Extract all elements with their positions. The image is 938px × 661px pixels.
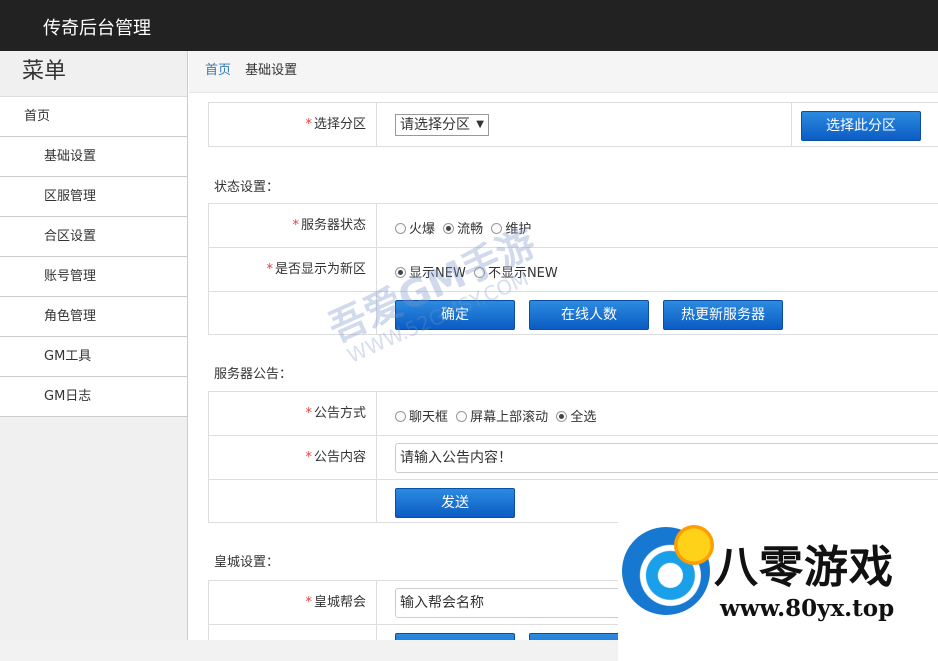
bottom-strip bbox=[0, 640, 618, 661]
radio-show-new[interactable] bbox=[395, 267, 406, 278]
hot-update-button[interactable]: 热更新服务器 bbox=[663, 300, 783, 330]
sidebar-item-gm-tools[interactable]: GM工具 bbox=[0, 337, 187, 377]
sidebar-item-basic-settings[interactable]: 基础设置 bbox=[0, 137, 187, 177]
radio-hide-new-label: 不显示NEW bbox=[487, 266, 558, 281]
radio-smooth[interactable] bbox=[443, 223, 455, 234]
notice-content-label: * 公告内容 bbox=[209, 436, 377, 479]
radio-chat-label: 聊天框 bbox=[409, 410, 449, 425]
logo-overlay: 八零游戏 www.80yx.top bbox=[618, 521, 938, 661]
server-state-radio-group: 火爆 流畅 维护 bbox=[395, 218, 535, 237]
zone-panel: * 选择分区 请选择分区 ▼ 选择此分区 bbox=[208, 102, 938, 147]
new-flag-field: 显示NEW 不显示NEW bbox=[387, 248, 938, 291]
sun-icon bbox=[674, 525, 714, 565]
notice-panel: * 公告方式 聊天框 屏幕上部滚动 全选 * 公告内容 请输入公告内容！ 发送 bbox=[208, 391, 938, 523]
notice-mode-radio-group: 聊天框 屏幕上部滚动 全选 bbox=[395, 406, 600, 425]
status-buttons-row: 确定 在线人数 热更新服务器 bbox=[209, 292, 938, 334]
send-button[interactable]: 发送 bbox=[395, 488, 515, 518]
logo-text: 八零游戏 bbox=[714, 542, 894, 593]
zone-label-text: 选择分区 bbox=[313, 117, 366, 132]
new-flag-label: * 是否显示为新区 bbox=[209, 248, 377, 291]
logo-url: www.80yx.top bbox=[720, 595, 895, 622]
sidebar: 菜单 首页 基础设置 区服管理 合区设置 账号管理 角色管理 GM工具 GM日志 bbox=[0, 51, 188, 661]
radio-hot[interactable] bbox=[395, 223, 406, 234]
notice-mode-field: 聊天框 屏幕上部滚动 全选 bbox=[387, 392, 938, 435]
server-state-label-text: 服务器状态 bbox=[300, 218, 366, 233]
divider bbox=[791, 103, 792, 146]
sidebar-item-gm-logs[interactable]: GM日志 bbox=[0, 377, 187, 417]
breadcrumb: 首页 基础设置 bbox=[189, 51, 938, 93]
new-flag-label-text: 是否显示为新区 bbox=[274, 262, 366, 277]
radio-show-new-label: 显示NEW bbox=[409, 266, 466, 281]
new-flag-row: * 是否显示为新区 显示NEW 不显示NEW bbox=[209, 248, 938, 292]
zone-label: * 选择分区 bbox=[209, 103, 377, 146]
required-mark: * bbox=[266, 262, 273, 277]
sidebar-item-accounts[interactable]: 账号管理 bbox=[0, 257, 187, 297]
new-flag-radio-group: 显示NEW 不显示NEW bbox=[395, 262, 562, 281]
sidebar-item-server-management[interactable]: 区服管理 bbox=[0, 177, 187, 217]
radio-maintenance[interactable] bbox=[491, 223, 503, 234]
menu-heading: 菜单 bbox=[0, 51, 187, 97]
select-zone-button[interactable]: 选择此分区 bbox=[801, 111, 921, 141]
radio-scroll-label: 屏幕上部滚动 bbox=[470, 410, 549, 425]
notice-send-field: 发送 bbox=[387, 480, 938, 522]
notice-content-field: 请输入公告内容！ bbox=[387, 436, 938, 479]
server-state-field: 火爆 流畅 维护 bbox=[387, 204, 938, 247]
zone-select-value: 请选择分区 bbox=[400, 117, 470, 133]
notice-mode-label: * 公告方式 bbox=[209, 392, 377, 435]
castle-guild-label-text: 皇城帮会 bbox=[313, 595, 366, 610]
breadcrumb-current: 基础设置 bbox=[245, 63, 298, 78]
radio-all[interactable] bbox=[556, 411, 568, 422]
status-section-title: 状态设置： bbox=[214, 180, 280, 195]
radio-smooth-label: 流畅 bbox=[457, 222, 484, 237]
menu-list: 首页 基础设置 区服管理 合区设置 账号管理 角色管理 GM工具 GM日志 bbox=[0, 97, 187, 417]
radio-scroll[interactable] bbox=[456, 411, 468, 422]
required-mark: * bbox=[305, 450, 312, 465]
notice-section-title: 服务器公告： bbox=[214, 367, 293, 382]
notice-send-row: 发送 bbox=[209, 480, 938, 522]
required-mark: * bbox=[292, 218, 299, 233]
zone-select[interactable]: 请选择分区 ▼ bbox=[395, 114, 489, 136]
confirm-button[interactable]: 确定 bbox=[395, 300, 515, 330]
notice-mode-label-text: 公告方式 bbox=[313, 406, 366, 421]
radio-maintenance-label: 维护 bbox=[505, 222, 532, 237]
top-bar: 传奇后台管理 bbox=[0, 0, 938, 51]
radio-all-label: 全选 bbox=[570, 410, 597, 425]
zone-row: * 选择分区 请选择分区 ▼ 选择此分区 bbox=[209, 103, 938, 146]
required-mark: * bbox=[305, 595, 312, 610]
status-buttons-field: 确定 在线人数 热更新服务器 bbox=[387, 292, 938, 334]
notice-mode-row: * 公告方式 聊天框 屏幕上部滚动 全选 bbox=[209, 392, 938, 436]
castle-guild-label: * 皇城帮会 bbox=[209, 581, 377, 624]
radio-hot-label: 火爆 bbox=[409, 222, 436, 237]
castle-section-title: 皇城设置： bbox=[214, 555, 280, 570]
online-count-button[interactable]: 在线人数 bbox=[529, 300, 649, 330]
sidebar-item-merge-servers[interactable]: 合区设置 bbox=[0, 217, 187, 257]
app-title: 传奇后台管理 bbox=[43, 18, 151, 39]
required-mark: * bbox=[305, 117, 312, 132]
sidebar-item-home[interactable]: 首页 bbox=[0, 97, 187, 137]
zone-field: 请选择分区 ▼ 选择此分区 bbox=[387, 103, 938, 146]
dropdown-arrow-icon: ▼ bbox=[476, 119, 484, 130]
swirl-logo-icon bbox=[622, 525, 714, 615]
server-state-label: * 服务器状态 bbox=[209, 204, 377, 247]
sidebar-item-roles[interactable]: 角色管理 bbox=[0, 297, 187, 337]
radio-hide-new[interactable] bbox=[473, 267, 485, 278]
radio-chat[interactable] bbox=[395, 411, 406, 422]
notice-content-label-text: 公告内容 bbox=[313, 450, 366, 465]
server-state-row: * 服务器状态 火爆 流畅 维护 bbox=[209, 204, 938, 248]
empty-label bbox=[209, 480, 377, 522]
notice-content-input[interactable]: 请输入公告内容！ bbox=[395, 443, 938, 473]
empty-label bbox=[209, 292, 377, 334]
notice-content-row: * 公告内容 请输入公告内容！ bbox=[209, 436, 938, 480]
required-mark: * bbox=[305, 406, 312, 421]
breadcrumb-home-link[interactable]: 首页 bbox=[205, 63, 231, 78]
status-panel: *服务器状态 火爆 流畅 维护 *是否显示为新区 显示NEW 不显示NEW bbox=[208, 203, 938, 335]
